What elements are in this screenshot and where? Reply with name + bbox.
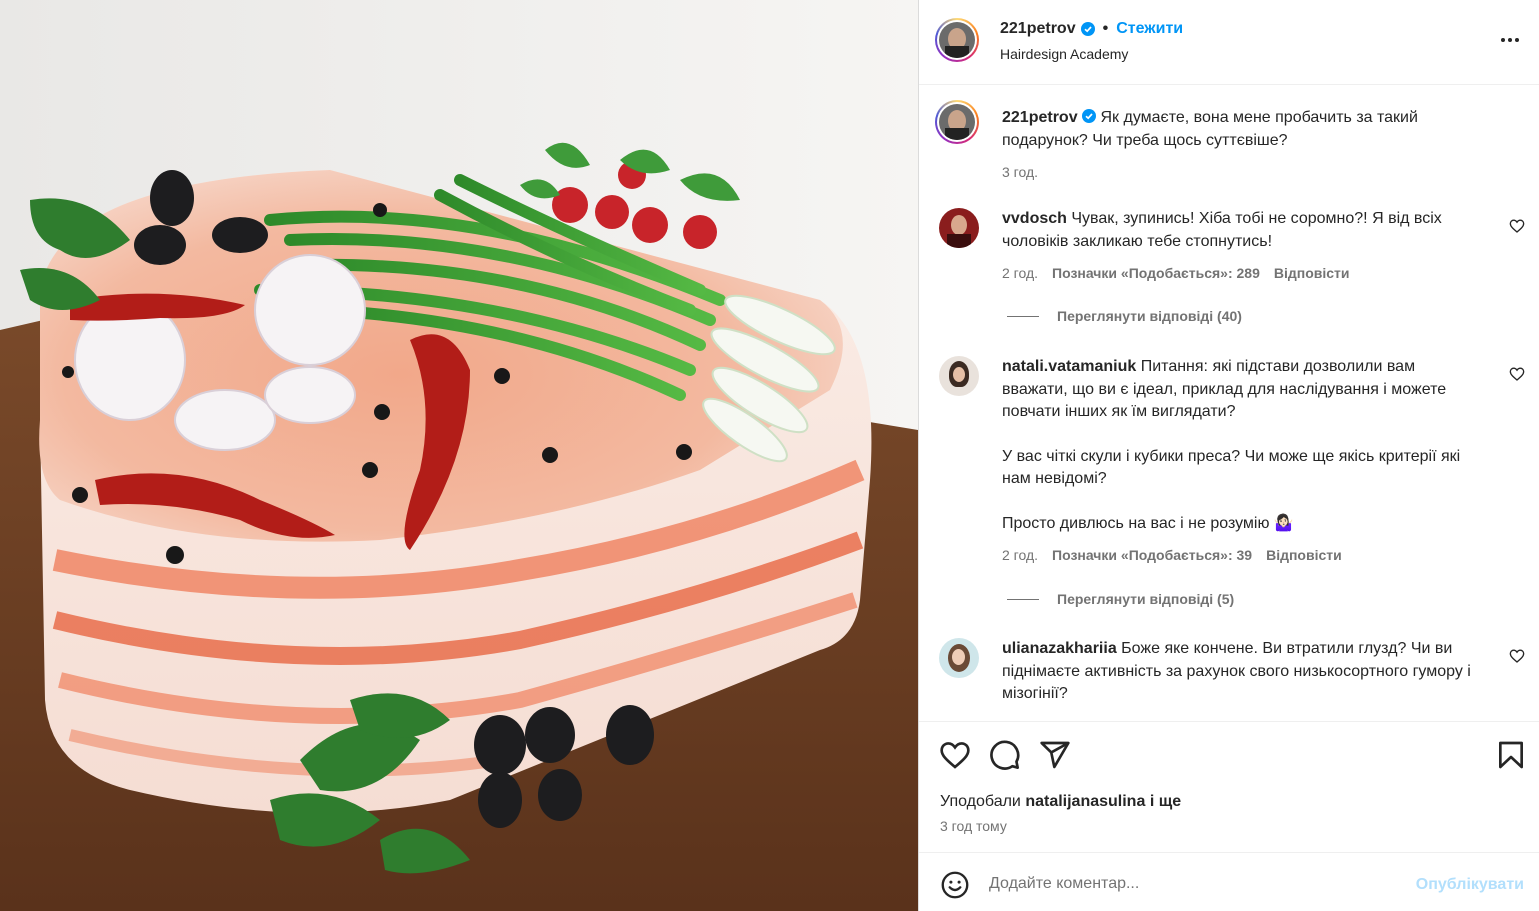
view-replies-button[interactable]: Переглянути відповіді (5): [1007, 591, 1234, 607]
emoji-smiley-icon[interactable]: [941, 871, 969, 899]
view-replies-label: Переглянути відповіді (40): [1057, 308, 1242, 324]
caption-username[interactable]: 221petrov: [1002, 109, 1078, 126]
post-actions: Уподобали natalijanasulina і ще 3 год то…: [919, 722, 1539, 852]
post-timestamp[interactable]: 3 год тому: [940, 818, 1007, 834]
post-header: 221petrov • Стежити Hairdesign Academy: [919, 0, 1539, 85]
comment-time[interactable]: 2 год.: [1002, 544, 1038, 567]
reply-button[interactable]: Відповісти: [1274, 262, 1350, 285]
like-heart-icon[interactable]: [939, 739, 971, 771]
cake-photo: [0, 0, 918, 911]
comment-username[interactable]: natali.vatamaniuk: [1002, 358, 1136, 375]
add-comment-bar: Опублікувати: [919, 852, 1539, 911]
comment-avatar[interactable]: [939, 356, 979, 396]
liked-by-suffix[interactable]: і ще: [1150, 793, 1181, 810]
like-comment-heart-icon[interactable]: [1509, 648, 1525, 664]
author-avatar[interactable]: [935, 18, 979, 62]
comment-username[interactable]: ulianazakhariia: [1002, 640, 1117, 657]
reply-button[interactable]: Відповісти: [1266, 544, 1342, 567]
comment-input[interactable]: [989, 869, 1409, 899]
replies-divider: [1007, 315, 1039, 317]
caption-time[interactable]: 3 год.: [1002, 161, 1038, 184]
more-options-icon[interactable]: [1496, 28, 1524, 52]
share-paper-plane-icon[interactable]: [1039, 739, 1071, 771]
comment-username[interactable]: vvdosch: [1002, 210, 1067, 227]
comment-likes[interactable]: Позначки «Подобається»: 289: [1052, 262, 1260, 285]
verified-badge-icon: [1080, 22, 1095, 36]
post-panel: 221petrov • Стежити Hairdesign Academy 2…: [918, 0, 1539, 911]
comment-avatar[interactable]: [939, 638, 979, 678]
comment-text-paragraph: У вас чіткі скули і кубики преса? Чи мож…: [1002, 447, 1461, 488]
comment-likes[interactable]: Позначки «Подобається»: 39: [1052, 544, 1252, 567]
comment-text-paragraph: Просто дивлюсь на вас і не розумію 🤷🏻‍♀️: [1002, 514, 1294, 532]
comment-text: Чувак, зупинись! Хіба тобі не соромно?! …: [1002, 210, 1442, 250]
liked-by-line: Уподобали natalijanasulina і ще: [940, 793, 1181, 811]
liked-by-prefix: Уподобали: [940, 793, 1021, 810]
follow-button[interactable]: Стежити: [1116, 20, 1183, 38]
publish-button[interactable]: Опублікувати: [1416, 876, 1524, 894]
replies-divider: [1007, 598, 1039, 600]
post-media[interactable]: [0, 0, 918, 911]
author-username[interactable]: 221petrov: [1000, 20, 1076, 38]
comment-bubble-icon[interactable]: [989, 739, 1021, 771]
view-replies-button[interactable]: Переглянути відповіді (40): [1007, 308, 1242, 324]
caption-avatar[interactable]: [935, 100, 979, 144]
verified-badge-icon: [1082, 109, 1097, 123]
view-replies-label: Переглянути відповіді (5): [1057, 591, 1235, 607]
comment-time[interactable]: 2 год.: [1002, 262, 1038, 285]
comment-avatar[interactable]: [939, 208, 979, 248]
like-comment-heart-icon[interactable]: [1509, 218, 1525, 234]
liked-by-username[interactable]: natalijanasulina: [1025, 793, 1145, 810]
save-bookmark-icon[interactable]: [1495, 739, 1527, 771]
post-location[interactable]: Hairdesign Academy: [1000, 46, 1128, 62]
comments-list[interactable]: 221petrov Як думаєте, вона мене пробачит…: [919, 86, 1539, 722]
like-comment-heart-icon[interactable]: [1509, 366, 1525, 382]
separator-dot: •: [1102, 20, 1109, 37]
